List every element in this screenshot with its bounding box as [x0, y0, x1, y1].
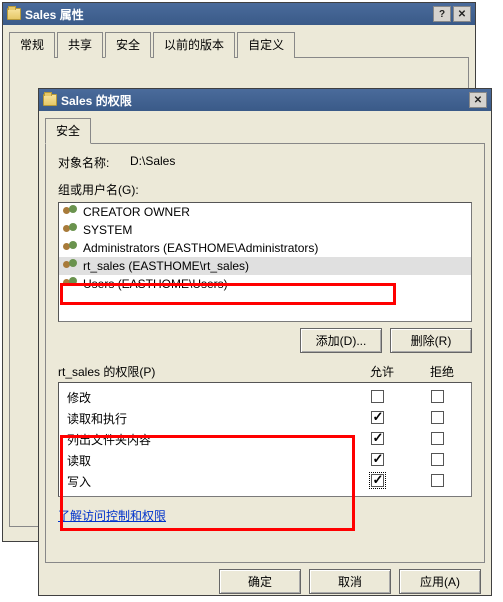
tab-security[interactable]: 安全: [105, 32, 151, 58]
apply-button[interactable]: 应用(A): [399, 569, 481, 594]
list-item[interactable]: Administrators (EASTHOME\Administrators): [59, 239, 471, 257]
perm-row: 写入: [67, 471, 467, 492]
perm-name: 读取和执行: [67, 410, 347, 427]
perm-row: 列出文件夹内容: [67, 429, 467, 450]
front-tabs: 安全: [39, 111, 491, 143]
group-buttons: 添加(D)... 删除(R): [58, 328, 472, 353]
add-button[interactable]: 添加(D)...: [300, 328, 382, 353]
cancel-button[interactable]: 取消: [309, 569, 391, 594]
back-tabs: 常规 共享 安全 以前的版本 自定义: [3, 25, 475, 57]
permissions-table: 修改 读取和执行 列出文件夹内容 读取 写入: [58, 382, 472, 497]
users-icon: [63, 205, 79, 219]
deny-checkbox[interactable]: [431, 411, 444, 424]
tab-sharing[interactable]: 共享: [57, 32, 103, 58]
allow-checkbox[interactable]: [371, 411, 384, 424]
perm-name: 列出文件夹内容: [67, 431, 347, 448]
list-item-label: rt_sales (EASTHOME\rt_sales): [83, 259, 249, 273]
perm-row: 读取和执行: [67, 408, 467, 429]
tab-customize[interactable]: 自定义: [237, 32, 295, 58]
list-item-label: SYSTEM: [83, 223, 132, 237]
front-tab-panel: 对象名称: D:\Sales 组或用户名(G): CREATOR OWNER S…: [45, 143, 485, 563]
users-icon: [63, 223, 79, 237]
allow-checkbox[interactable]: [371, 390, 384, 403]
tab-previous-versions[interactable]: 以前的版本: [153, 32, 235, 58]
permissions-window: Sales 的权限 ✕ 安全 对象名称: D:\Sales 组或用户名(G): …: [38, 88, 492, 596]
front-title: Sales 的权限: [61, 92, 132, 109]
perm-name: 修改: [67, 389, 347, 406]
deny-checkbox[interactable]: [431, 390, 444, 403]
users-icon: [63, 241, 79, 255]
allow-checkbox[interactable]: [371, 432, 384, 445]
help-button[interactable]: ?: [433, 6, 451, 22]
object-name-label: 对象名称:: [58, 154, 130, 171]
folder-icon: [43, 94, 57, 106]
list-item[interactable]: Users (EASTHOME\Users): [59, 275, 471, 293]
front-titlebar: Sales 的权限 ✕: [39, 89, 491, 111]
perm-header: rt_sales 的权限(P) 允许 拒绝: [58, 363, 472, 380]
tab-security[interactable]: 安全: [45, 118, 91, 144]
back-titlebar: Sales 属性 ? ✕: [3, 3, 475, 25]
tab-general[interactable]: 常规: [9, 32, 55, 58]
groups-listbox[interactable]: CREATOR OWNER SYSTEM Administrators (EAS…: [58, 202, 472, 322]
list-item[interactable]: rt_sales (EASTHOME\rt_sales): [59, 257, 471, 275]
allow-checkbox[interactable]: [371, 474, 384, 487]
users-icon: [63, 259, 79, 273]
perm-name: 写入: [67, 473, 347, 490]
perm-for-label: rt_sales 的权限(P): [58, 363, 352, 380]
dialog-buttons: 确定 取消 应用(A): [39, 563, 491, 602]
remove-button[interactable]: 删除(R): [390, 328, 472, 353]
list-item-label: CREATOR OWNER: [83, 205, 190, 219]
users-icon: [63, 277, 79, 291]
object-name-row: 对象名称: D:\Sales: [58, 154, 472, 171]
close-button[interactable]: ✕: [469, 92, 487, 108]
list-item-label: Administrators (EASTHOME\Administrators): [83, 241, 318, 255]
allow-checkbox[interactable]: [371, 453, 384, 466]
list-item[interactable]: SYSTEM: [59, 221, 471, 239]
groups-label: 组或用户名(G):: [58, 181, 472, 198]
deny-header: 拒绝: [412, 363, 472, 380]
learn-more-link[interactable]: 了解访问控制和权限: [58, 507, 166, 524]
perm-name: 读取: [67, 452, 347, 469]
ok-button[interactable]: 确定: [219, 569, 301, 594]
back-title: Sales 属性: [25, 6, 84, 23]
close-button[interactable]: ✕: [453, 6, 471, 22]
deny-checkbox[interactable]: [431, 453, 444, 466]
list-item-label: Users (EASTHOME\Users): [83, 277, 228, 291]
allow-header: 允许: [352, 363, 412, 380]
list-item[interactable]: CREATOR OWNER: [59, 203, 471, 221]
deny-checkbox[interactable]: [431, 474, 444, 487]
folder-icon: [7, 8, 21, 20]
object-name-value: D:\Sales: [130, 154, 175, 171]
deny-checkbox[interactable]: [431, 432, 444, 445]
perm-row: 读取: [67, 450, 467, 471]
perm-row: 修改: [67, 387, 467, 408]
